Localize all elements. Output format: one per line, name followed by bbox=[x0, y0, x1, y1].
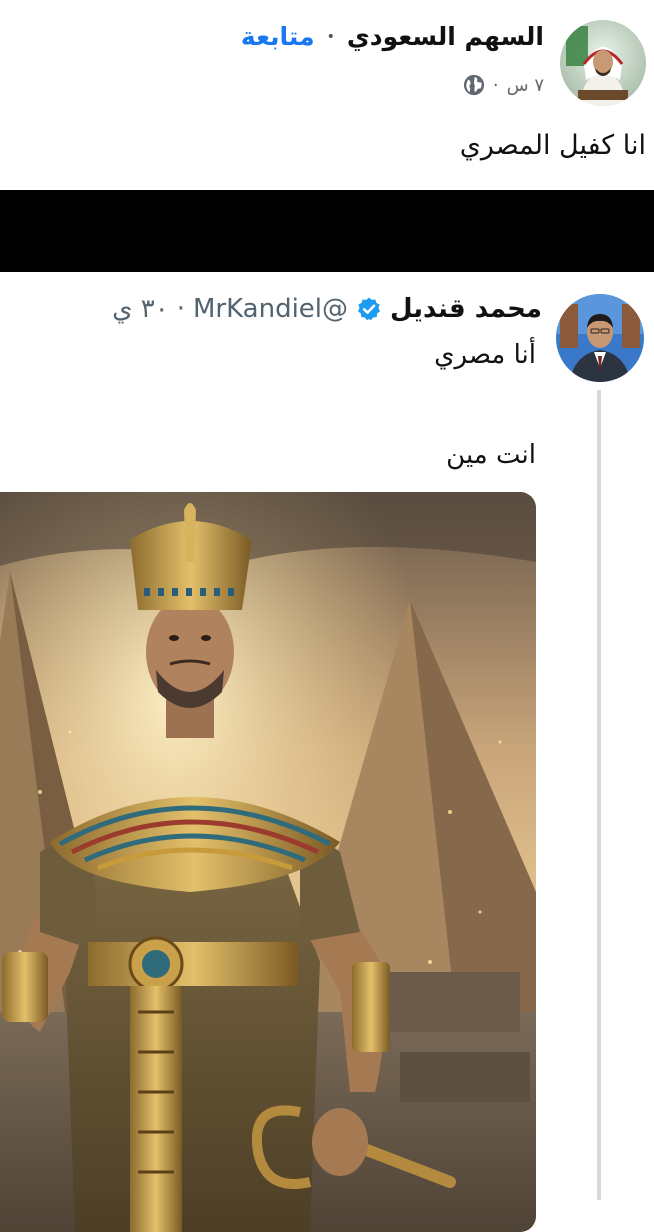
tweet-handle[interactable]: @MrKandiel bbox=[193, 294, 348, 324]
facebook-post: السهم السعودي • متابعة ٧ س · انا كفيل ال… bbox=[0, 0, 654, 190]
meta-separator: · bbox=[492, 74, 499, 96]
tweet-header: محمد قنديل @MrKandiel · ٣٠ ي bbox=[112, 294, 542, 324]
post-header: السهم السعودي • متابعة bbox=[241, 22, 544, 51]
follow-button[interactable]: متابعة bbox=[241, 22, 315, 51]
post-meta: ٧ س · bbox=[463, 74, 544, 96]
tweet-separator: · bbox=[176, 294, 185, 324]
tweet-text-line-1: أنا مصري bbox=[434, 340, 536, 370]
verified-badge-icon bbox=[357, 297, 381, 321]
thread-line bbox=[597, 390, 601, 1200]
embedded-tweet: محمد قنديل @MrKandiel · ٣٠ ي أنا مصري ان… bbox=[0, 272, 654, 1232]
tweet-image[interactable] bbox=[0, 492, 536, 1232]
header-separator: • bbox=[326, 28, 335, 45]
post-time[interactable]: ٧ س bbox=[507, 75, 544, 96]
page-avatar[interactable] bbox=[560, 20, 646, 106]
divider-band bbox=[0, 190, 654, 272]
tweet-avatar[interactable] bbox=[556, 294, 644, 382]
tweet-author-name[interactable]: محمد قنديل bbox=[390, 294, 542, 324]
post-text: انا كفيل المصري bbox=[459, 130, 646, 161]
tweet-time[interactable]: ٣٠ ي bbox=[112, 294, 169, 324]
tweet-text-line-2: انت مين bbox=[446, 440, 536, 470]
page-name[interactable]: السهم السعودي bbox=[347, 22, 544, 51]
globe-icon bbox=[463, 74, 484, 96]
